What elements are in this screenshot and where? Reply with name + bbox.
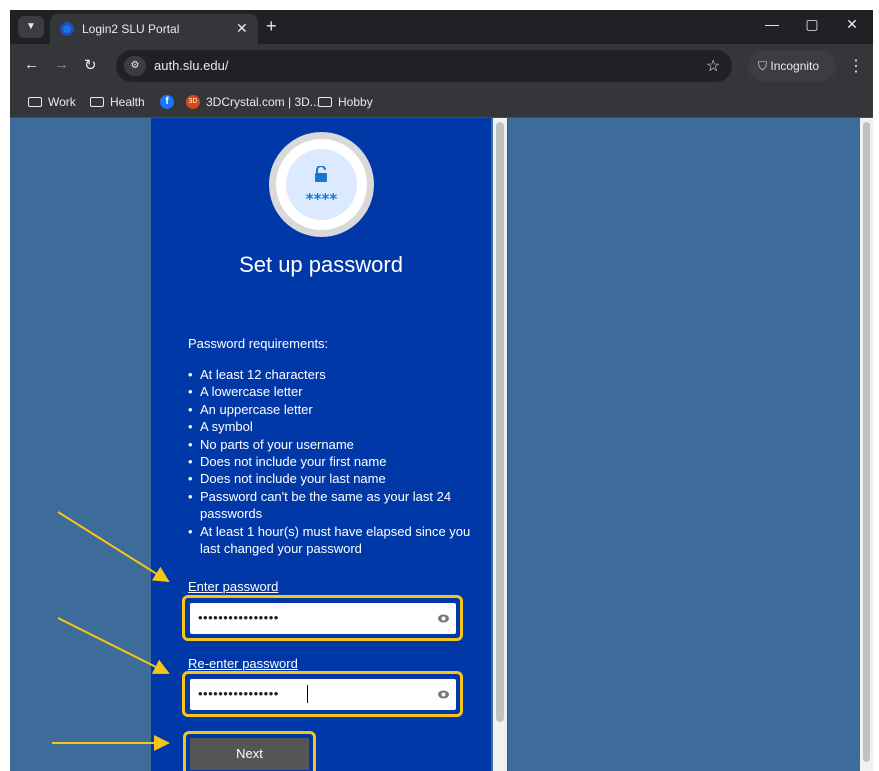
bookmark-facebook[interactable]: f xyxy=(160,95,174,109)
requirement-item: Does not include your last name xyxy=(188,470,478,488)
folder-icon xyxy=(318,97,332,107)
browser-menu-icon[interactable]: ⋮ xyxy=(848,56,864,76)
page-title: Set up password xyxy=(239,252,403,277)
reenter-password-label: Re-enter password xyxy=(188,656,298,671)
requirement-item: Password can't be the same as your last … xyxy=(188,488,478,523)
bookmark-label: Work xyxy=(48,95,76,109)
bookmark-health[interactable]: Health xyxy=(90,95,145,109)
requirement-item: At least 1 hour(s) must have elapsed sin… xyxy=(188,523,478,558)
back-icon[interactable]: ← xyxy=(24,56,39,73)
requirement-item: No parts of your username xyxy=(188,436,478,454)
requirements-list: At least 12 characters A lowercase lette… xyxy=(188,366,478,557)
reenter-password-input[interactable]: •••••••••••••••• xyxy=(190,679,456,710)
bookmark-label: Hobby xyxy=(338,95,373,109)
bookmark-work[interactable]: Work xyxy=(28,95,76,109)
enter-password-value: •••••••••••••••• xyxy=(198,610,279,625)
show-password-eye-icon[interactable] xyxy=(438,614,449,623)
incognito-label: Incognito xyxy=(770,59,820,73)
slu-favicon-icon xyxy=(60,22,74,36)
site-info-icon[interactable]: ⚙ xyxy=(124,56,146,76)
browser-toolbar: ← → ↻ ⚙ auth.slu.edu/ ☆ ⛉ Incognito ⋮ xyxy=(10,44,873,88)
address-bar[interactable]: ⚙ auth.slu.edu/ ☆ xyxy=(116,50,732,82)
minimize-icon[interactable]: — xyxy=(762,16,782,32)
folder-icon xyxy=(90,97,104,107)
browser-window: ▼ Login2 SLU Portal ✕ + — ▢ ✕ ← → ↻ ⚙ au… xyxy=(10,10,873,771)
tab-search-button[interactable]: ▼ xyxy=(18,16,44,38)
show-password-eye-icon[interactable] xyxy=(438,690,449,699)
facebook-icon: f xyxy=(160,95,174,109)
maximize-icon[interactable]: ▢ xyxy=(802,16,822,33)
bookmark-label: 3DCrystal.com | 3D... xyxy=(206,95,320,109)
page-divider xyxy=(507,118,508,771)
forward-icon[interactable]: → xyxy=(54,56,69,73)
page-viewport: **** Set up password Password requiremen… xyxy=(10,118,873,771)
enter-password-label: Enter password xyxy=(188,579,279,594)
reenter-password-value: •••••••••••••••• xyxy=(198,686,279,701)
page-scrollbar-thumb[interactable] xyxy=(863,122,870,762)
masked-password-glyph: **** xyxy=(305,190,338,208)
bookmark-star-icon[interactable]: ☆ xyxy=(706,56,720,76)
panel-scrollbar-thumb[interactable] xyxy=(496,122,504,722)
reload-icon[interactable]: ↻ xyxy=(84,56,97,74)
folder-icon xyxy=(28,97,42,107)
text-caret xyxy=(307,685,308,703)
requirement-item: An uppercase letter xyxy=(188,401,478,419)
incognito-indicator[interactable]: ⛉ Incognito xyxy=(748,51,836,81)
requirement-item: A lowercase letter xyxy=(188,383,478,401)
bookmark-label: Health xyxy=(110,95,145,109)
unlock-icon xyxy=(315,166,327,182)
url-text: auth.slu.edu/ xyxy=(154,58,229,73)
enter-password-input[interactable]: •••••••••••••••• xyxy=(190,603,456,634)
incognito-icon: ⛉ xyxy=(758,59,768,73)
requirement-item: A symbol xyxy=(188,418,478,436)
tab-strip: ▼ Login2 SLU Portal ✕ + — ▢ ✕ xyxy=(10,10,873,44)
new-tab-icon[interactable]: + xyxy=(266,16,277,37)
bookmark-3dcrystal[interactable]: 3D 3DCrystal.com | 3D... xyxy=(186,95,320,109)
tab-title: Login2 SLU Portal xyxy=(82,22,180,36)
requirements-heading: Password requirements: xyxy=(188,336,329,351)
tab-active[interactable]: Login2 SLU Portal ✕ xyxy=(50,14,258,44)
3dcrystal-icon: 3D xyxy=(186,95,200,109)
password-avatar-inner xyxy=(286,149,357,220)
tab-close-icon[interactable]: ✕ xyxy=(236,20,248,37)
requirement-item: Does not include your first name xyxy=(188,453,478,471)
bookmark-hobby[interactable]: Hobby xyxy=(318,95,373,109)
bookmarks-bar: Work Health f 3D 3DCrystal.com | 3D... H… xyxy=(10,88,873,118)
next-button[interactable]: Next xyxy=(190,738,309,770)
close-window-icon[interactable]: ✕ xyxy=(842,16,862,33)
requirement-item: At least 12 characters xyxy=(188,366,478,384)
